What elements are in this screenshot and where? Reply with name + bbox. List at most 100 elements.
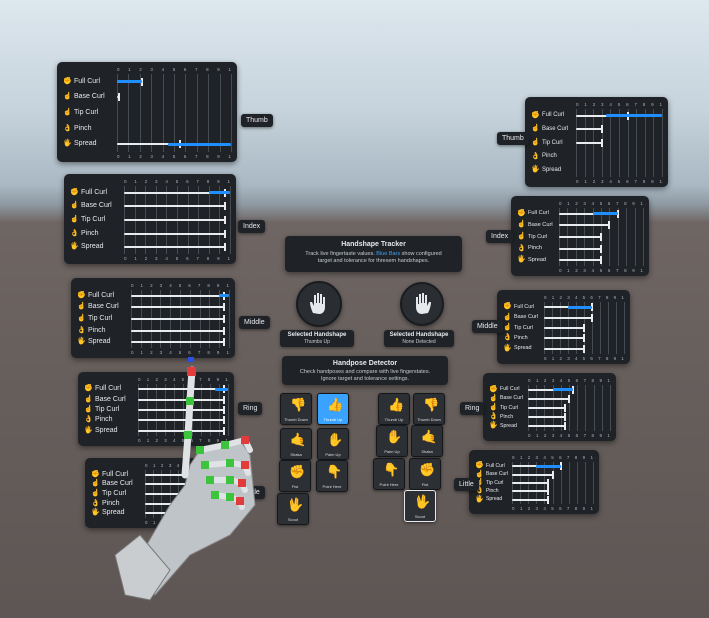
row-label: Pinch [528,245,542,252]
right-pose-fist-button[interactable]: ✊ Fist [409,458,441,490]
scale-tick-label: 9 [651,102,654,107]
live-value-marker [600,233,602,241]
scale-tick-label: 1 [567,268,570,273]
row-pinch: 👌 Pinch [517,245,542,252]
scale-tick-label: 2 [559,295,562,300]
pose-label: Palm Up [384,449,400,454]
scale-tick-label: 1 [659,179,662,184]
scale-tick-label: 2 [139,154,142,159]
live-value-bar [559,259,601,262]
scale-tick-label: 7 [634,102,637,107]
grid-line [624,302,625,354]
scale-tick-label: 9 [613,356,617,361]
grid-line [577,385,579,431]
left-pose-palm-up-button[interactable]: ✋ Palm Up [317,428,349,460]
right-ring-finger-panel: 0 1 2 3 4 5 6 7 8 9 1 0 1 2 3 4 5 6 7 8 9 1 ✊ Full Curl ☝ Base Cu… [483,373,616,441]
scale-tick-label: 1 [659,102,662,107]
pinch-icon: 👌 [503,334,512,342]
left-middle-tag: Middle [239,316,270,329]
grid-line [636,109,638,177]
left-pose-point-here-button[interactable]: 👇 Point Here [316,460,348,492]
live-value-bar [124,232,225,235]
scale-tick-label: 1 [607,378,610,383]
grid-line [162,74,164,152]
live-value-bar [528,397,569,400]
right-pose-thumb-up-button[interactable]: 👍 Thumb Up [378,393,410,425]
right-index-finger-panel: 0 1 2 3 4 5 6 7 8 9 1 0 1 2 3 4 5 6 7 8 9 1 ✊ Full Curl ☝ Base Cu… [511,196,649,276]
live-value-marker [583,334,585,343]
base-curl-icon: ☝ [63,93,72,101]
right-pose-point-here-button[interactable]: 👇 Point Here [373,458,405,490]
scoot-icon: 🖖 [414,494,431,509]
row-label: Pinch [81,229,99,237]
target-tolerance-bar [208,191,230,195]
scale-tick-label: 1 [134,179,137,184]
right-pose-scoot-button[interactable]: 🖖 Scoot [404,490,436,522]
scale-tick-label: 9 [216,283,220,288]
scale-tick-label: 5 [567,378,571,383]
scale-tick-label: 2 [139,67,142,72]
scale-tick-label: 0 [131,283,134,288]
base-curl-icon: ☝ [475,470,484,478]
vr-scene: { "finger_rows": ["Full Curl","Base Curl… [0,0,709,618]
scale-tick-label: 8 [642,102,646,107]
scale-tick-label: 6 [559,506,562,511]
value-grid [117,74,232,152]
row-label: Spread [81,243,104,251]
row-pinch: 👌 Pinch [84,416,113,423]
live-value-marker [223,303,226,312]
spread-icon: 🖐 [503,344,512,352]
scale-tick-label: 4 [169,283,172,288]
row-spread: 🖐 Spread [63,140,97,147]
scale-tick-label: 3 [155,179,158,184]
right-pose-thumb-down-button[interactable]: 👎 Thumb Down [413,393,445,425]
left-pose-thumb-up-button[interactable]: 👍 Thumb Up [317,393,349,425]
row-pinch: 👌 Pinch [77,327,106,334]
scale-tick-label: 5 [599,268,603,273]
grid-line [185,74,187,152]
left-index-tag: Index [238,220,266,233]
live-value-marker [608,221,611,230]
row-tip: ☝ Tip Curl [77,315,112,322]
full-curl-icon: ✊ [503,303,512,311]
pinch-icon: 👌 [84,416,93,424]
row-base: ☝ Base Curl [531,125,568,132]
scale-tick-label: 1 [140,283,144,288]
scale-tick-label: 0 [559,268,562,273]
live-value-marker [600,139,603,147]
scale-tick-label: 4 [591,201,595,206]
scale-tick-label: 1 [590,506,593,511]
scale-tick-label: 5 [178,283,182,288]
spread-icon: 🖐 [531,166,540,174]
scale-tick-label: 6 [188,283,191,288]
scale-numbers-top: 01234567891 [528,378,610,383]
grid-line [610,385,611,431]
open-hand-icon [310,293,325,314]
scale-tick-label: 9 [217,67,220,72]
scale-tick-label: 7 [194,67,198,72]
scale-numbers-top: 01234567891 [117,67,231,72]
live-value-bar [131,318,225,320]
row-label: Pinch [500,413,514,420]
full-curl-icon: ✊ [77,291,86,299]
scale-numbers-bottom: 01234567891 [559,268,643,273]
grid-line [584,462,586,504]
live-value-marker [568,394,570,403]
grid-line [151,74,153,152]
pose-label: Point Here [322,484,342,489]
spread-icon: 🖐 [77,338,86,346]
scale-tick-label: 3 [601,102,604,107]
full-curl-icon: ✊ [70,188,79,196]
right-handshape-preview [400,282,444,326]
tip-curl-icon: ☝ [503,324,512,331]
right-pose-shaka-button[interactable]: 🤙 Shaka [411,425,443,457]
scale-tick-label: 6 [607,268,611,273]
scale-tick-label: 5 [567,433,571,438]
row-pinch: 👌 Pinch [489,413,513,420]
grid-line [634,208,636,266]
scale-tick-label: 3 [159,283,163,288]
row-base: ☝ Base Curl [503,314,538,321]
right-pose-palm-up-button[interactable]: ✋ Palm Up [376,425,408,457]
scale-tick-label: 7 [583,378,587,383]
shaka-icon: 🤙 [421,429,438,444]
